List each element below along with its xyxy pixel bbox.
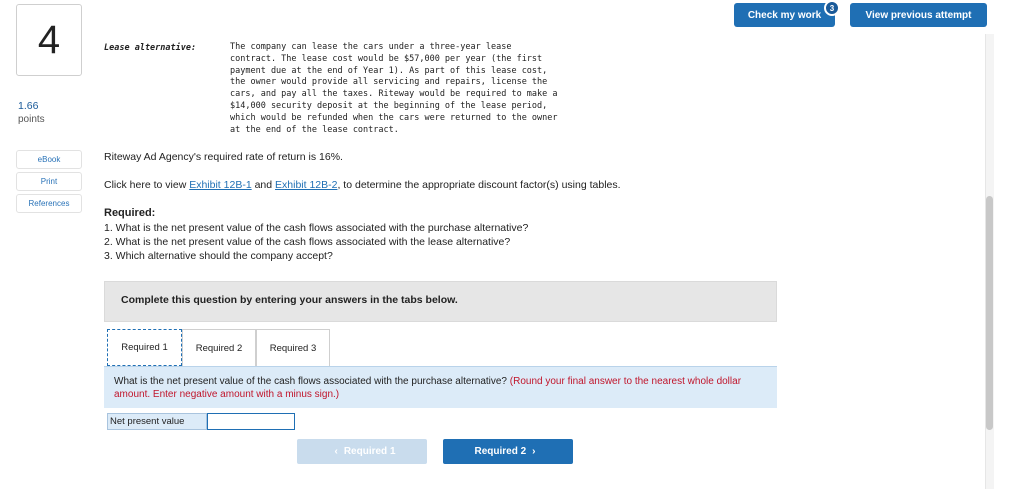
panel-question-text: What is the net present value of the cas… (114, 376, 507, 387)
lease-line: cars, and pay all the taxes. Riteway wou… (230, 89, 558, 100)
tab-required-1[interactable]: Required 1 (107, 329, 182, 366)
lease-line: at the end of the lease contract. (230, 124, 399, 135)
exhibit-12b-1-link[interactable]: Exhibit 12B-1 (189, 179, 251, 191)
prev-tab-label: Required 1 (343, 446, 396, 457)
required-item-2: 2. What is the net present value of the … (104, 236, 511, 248)
next-tab-button[interactable]: Required 2 › (443, 439, 573, 464)
exhibit-suffix: , to determine the appropriate discount … (337, 179, 621, 191)
npv-input[interactable] (207, 413, 295, 430)
lease-line: payment due at the end of Year 1). As pa… (230, 65, 548, 76)
print-link[interactable]: Print (16, 172, 82, 191)
instructions-box: Complete this question by entering your … (104, 281, 777, 322)
tab-required-3[interactable]: Required 3 (256, 329, 330, 366)
question-panel: What is the net present value of the cas… (104, 366, 777, 408)
required-rate-text: Riteway Ad Agency's required rate of ret… (104, 151, 343, 163)
points-label: points (18, 114, 45, 125)
side-links: eBook Print References (16, 150, 82, 216)
check-my-work-button[interactable]: Check my work (734, 3, 835, 27)
required-heading: Required: (104, 207, 156, 219)
npv-label: Net present value (107, 413, 207, 430)
exhibit-mid: and (251, 179, 276, 191)
tab-required-2[interactable]: Required 2 (182, 329, 256, 366)
ebook-link[interactable]: eBook (16, 150, 82, 169)
instructions-text: Complete this question by entering your … (121, 294, 458, 306)
points-info: 1.66 points (18, 100, 45, 126)
prev-tab-button[interactable]: ‹ Required 1 (297, 439, 427, 464)
chevron-left-icon: ‹ (334, 446, 338, 457)
scrollbar-thumb[interactable] (986, 196, 993, 430)
exhibit-prefix: Click here to view (104, 179, 190, 191)
chevron-right-icon: › (532, 446, 536, 457)
lease-line: which would be refunded when the cars we… (230, 112, 558, 123)
required-item-3: 3. Which alternative should the company … (104, 250, 333, 262)
lease-line: The company can lease the cars under a t… (230, 42, 512, 52)
lease-line: $14,000 security deposit at the beginnin… (230, 100, 548, 111)
exhibit-line: Click here to view Exhibit 12B-1 and Exh… (104, 179, 621, 191)
references-link[interactable]: References (16, 194, 82, 213)
panel-question: What is the net present value of the cas… (114, 376, 764, 401)
view-previous-attempt-button[interactable]: View previous attempt (850, 3, 987, 27)
required-item-1: 1. What is the net present value of the … (104, 222, 529, 234)
question-number: 4 (16, 4, 82, 76)
next-tab-label: Required 2 (474, 446, 527, 457)
exhibit-12b-2-link[interactable]: Exhibit 12B-2 (275, 179, 337, 191)
lease-alternative-text: The company can lease the cars under a t… (230, 42, 650, 136)
check-attempts-badge: 3 (824, 0, 840, 16)
lease-line: the owner would provide all servicing an… (230, 77, 548, 88)
lease-alternative-label: Lease alternative: (104, 43, 197, 53)
lease-line: contract. The lease cost would be $57,00… (230, 53, 543, 64)
points-value: 1.66 (18, 100, 39, 112)
